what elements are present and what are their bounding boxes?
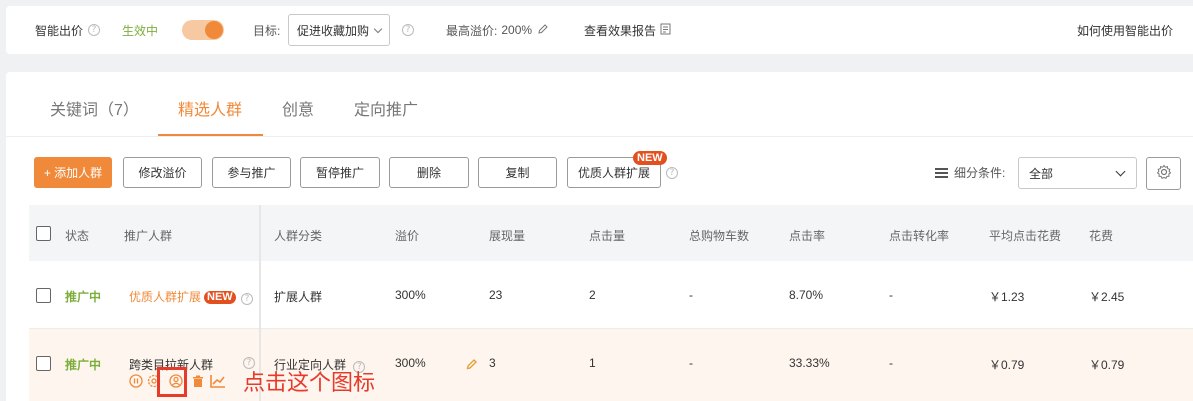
new-badge: NEW [633,151,667,165]
header-audience: 推广人群 [124,229,173,243]
pencil-icon[interactable] [537,23,549,38]
filter-select[interactable]: 全部 [1018,157,1137,189]
main-panel: 关键词（7） 精选人群 创意 定向推广 + 添加人群 修改溢价 参与推广 暂停推… [6,72,1193,401]
tab-divider [6,136,1193,137]
copy-button[interactable]: 复制 [478,157,557,188]
smart-bid-bar: 智能出价 ? 生效中 目标: 促进收藏加购 ? 最高溢价: 200% 查看效果报… [6,6,1193,54]
help-icon[interactable]: ? [241,293,254,305]
row-clicks: 2 [589,288,596,302]
report-link[interactable]: 查看效果报告 [584,22,656,39]
header-impressions: 展现量 [489,229,526,243]
chevron-down-icon [373,24,383,33]
delete-button[interactable]: 删除 [389,157,469,188]
row-cost: ￥0.79 [1089,358,1125,372]
row-premium: 300% [395,356,426,370]
header-status: 状态 [65,229,90,243]
tab-keywords[interactable]: 关键词（7） [50,96,139,120]
trend-chart-icon[interactable] [210,373,226,389]
row-status: 推广中 [65,290,102,304]
row-ctr: 33.33% [789,356,830,370]
trash-icon[interactable] [190,373,206,389]
header-cvr: 点击转化率 [889,229,950,243]
row-cart: - [689,356,693,370]
help-guide-link[interactable]: 如何使用智能出价 [1077,6,1173,54]
smart-bid-toggle[interactable] [182,20,224,40]
header-cart: 总购物车数 [689,229,750,243]
row-cpc: ￥0.79 [989,358,1025,372]
filter-select-value: 全部 [1029,166,1054,181]
row-status: 推广中 [65,358,102,372]
goal-select-value: 促进收藏加购 [297,23,370,38]
row-ctr: 8.70% [789,288,824,302]
row-premium: 300% [395,288,426,302]
audience-name[interactable]: 优质人群扩展 [129,290,201,304]
help-icon[interactable]: ? [666,167,678,179]
row-audience[interactable]: 优质人群扩展 NEW ? [129,288,254,305]
header-clicks: 点击量 [589,229,626,243]
report-link-group[interactable]: 查看效果报告 [584,6,671,54]
chevron-down-icon [1115,166,1126,177]
row-cvr: - [889,356,893,370]
table-row: 推广中 优质人群扩展 NEW ? 扩展人群 300% 23 2 - 8.70% -… [29,261,1193,329]
pause-icon[interactable] [128,373,144,389]
add-audience-button[interactable]: + 添加人群 [34,157,112,188]
row-impressions: 3 [489,356,496,370]
pencil-icon[interactable] [466,358,478,373]
header-ctr: 点击率 [789,229,826,243]
list-icon [935,167,948,178]
tab-targeted-promotion[interactable]: 定向推广 [354,96,418,120]
header-cpc: 平均点击花费 [989,229,1062,243]
row-cpc: ￥1.23 [989,290,1025,304]
new-badge: NEW [204,291,236,304]
smart-bid-label: 智能出价 [35,23,84,38]
annotation-text: 点击这个图标 [243,371,376,396]
report-icon [660,23,671,38]
goal-select[interactable]: 促进收藏加购 [288,14,391,46]
row-cvr: - [889,288,893,302]
modify-premium-button[interactable]: 修改溢价 [123,157,202,188]
max-premium-value: 200% [501,23,533,37]
header-cost: 花费 [1089,229,1114,243]
row-category: 扩展人群 [274,290,323,304]
help-icon[interactable]: ? [402,24,414,36]
tab-creative[interactable]: 创意 [282,96,314,120]
row-cart: - [689,288,693,302]
smart-bid-status: 生效中 [122,23,159,38]
table-row: 推广中 跨类目拉新人群 ? 行业定向人群 ? 300% 3 1 - 33.33%… [29,329,1193,401]
join-promotion-button[interactable]: 参与推广 [212,157,291,188]
settings-button[interactable] [1146,157,1181,190]
header-category: 人群分类 [274,229,323,243]
toggle-knob [205,21,223,39]
row-checkbox[interactable] [36,356,51,371]
select-all-checkbox[interactable] [36,226,51,241]
row-clicks: 1 [589,356,596,370]
max-premium-label: 最高溢价: [446,23,498,38]
goal-label: 目标: [253,23,281,38]
header-premium: 溢价 [395,229,420,243]
tab-selected-audience[interactable]: 精选人群 [178,96,242,120]
smart-bid-label-group: 智能出价 ? [35,6,101,54]
row-impressions: 23 [489,288,503,302]
row-cost: ￥2.45 [1089,290,1125,304]
help-icon[interactable]: ? [88,24,101,36]
filter-label-group: 细分条件: [935,157,1005,188]
filter-label: 细分条件: [954,166,1006,180]
gear-icon [1156,164,1172,183]
highlight-box [157,367,187,397]
row-checkbox[interactable] [36,288,51,303]
pause-promotion-button[interactable]: 暂停推广 [300,157,380,188]
table-header: 状态 推广人群 人群分类 溢价 展现量 点击量 总购物车数 点击率 点击转化率 … [29,205,1193,261]
